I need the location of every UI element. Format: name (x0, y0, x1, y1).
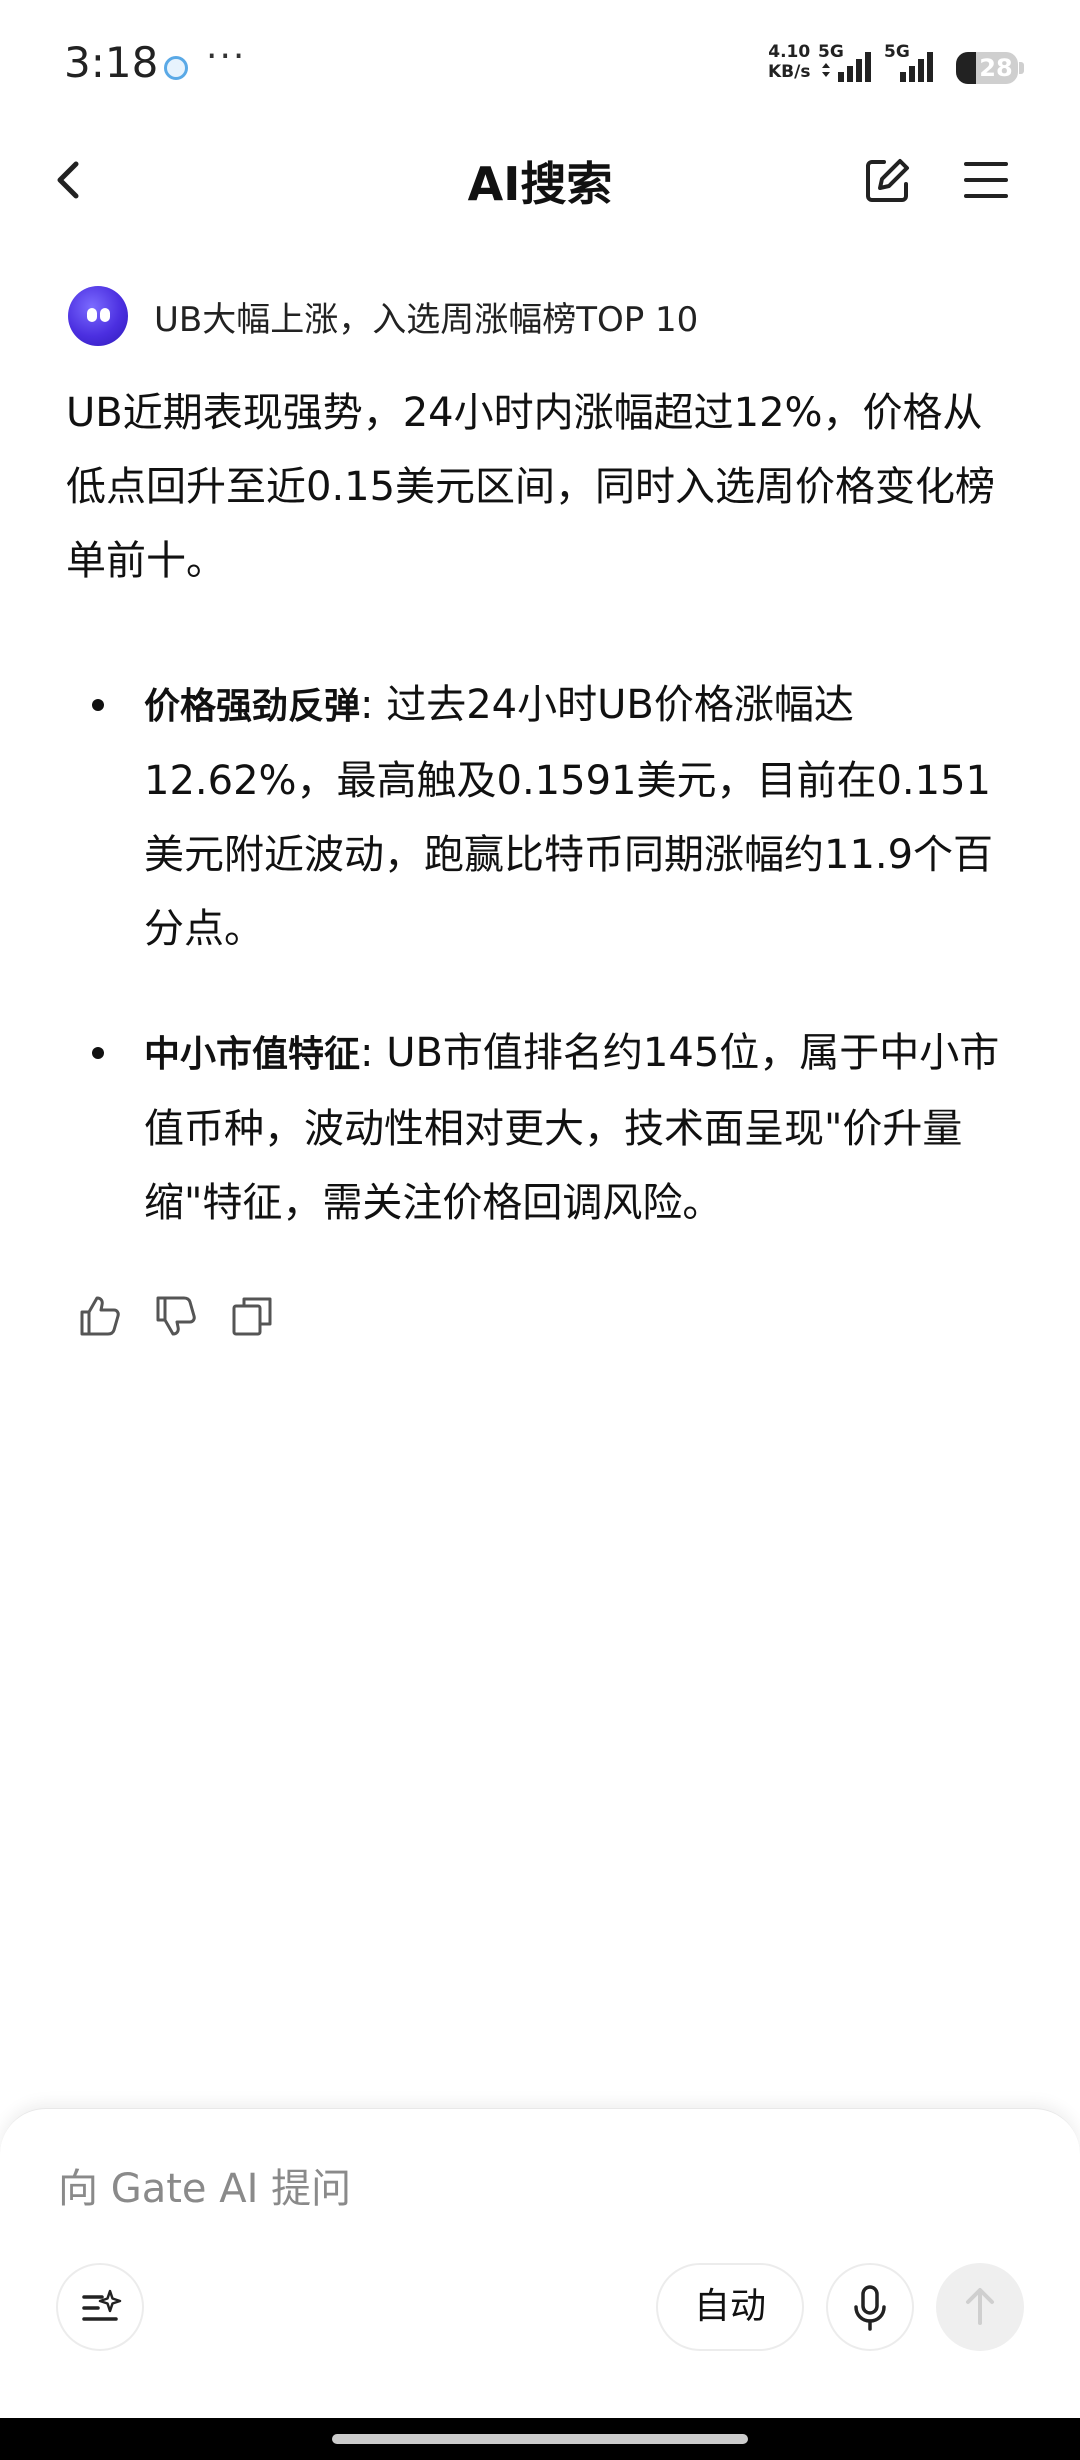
battery-level: 28 (979, 54, 1013, 82)
chat-composer: 自动 (0, 2108, 1080, 2418)
ai-avatar-icon (68, 286, 128, 346)
bullet-title: 中小市值特征 (144, 1034, 361, 1075)
page-title: AI搜索 (467, 157, 613, 211)
dislike-button[interactable] (152, 1292, 200, 1340)
list-item: 中小市值特征: UB市值排名约145位，属于中小市值币种，波动性相对更大，技术面… (66, 1016, 1022, 1240)
answer-bullets: 价格强劲反弹: 过去24小时UB价格涨幅达12.62%，最高触及0.1591美元… (66, 668, 1022, 1240)
sparkle-list-icon (82, 2289, 122, 2321)
like-button[interactable] (76, 1292, 124, 1340)
bullet-dot (92, 699, 104, 711)
send-button[interactable] (936, 2263, 1024, 2351)
copy-button[interactable] (228, 1292, 276, 1340)
new-chat-button[interactable] (858, 150, 918, 210)
app-header: AI搜索 (0, 130, 1080, 240)
battery-fill (956, 52, 976, 84)
thumbs-up-icon (80, 1296, 120, 1336)
more-notifications-icon: ··· (206, 36, 247, 77)
arrow-up-icon (966, 2288, 994, 2325)
network-speed-unit: KB/s (768, 62, 811, 82)
answer-summary: UB近期表现强势，24小时内涨幅超过12%，价格从低点回升至近0.15美元区间，… (66, 390, 996, 584)
network-speed-value: 4.10 (768, 42, 811, 62)
bullet-dot (92, 1047, 104, 1059)
status-time: 3:18 (64, 38, 159, 87)
bullet-title: 价格强劲反弹 (144, 686, 361, 727)
voice-button[interactable] (826, 2263, 914, 2351)
status-bar: 3:18 ··· 4.10 KB/s 5G 5G 28 (0, 0, 1080, 130)
system-nav-bar (0, 2418, 1080, 2460)
question-input[interactable] (56, 2159, 956, 2219)
signal-2-icon (900, 52, 933, 82)
thumbs-down-icon (156, 1296, 196, 1336)
battery-icon: 28 (956, 52, 1018, 84)
avatar-eye-left (87, 308, 97, 322)
signal-1-icon (822, 52, 871, 82)
network-speed: 4.10 KB/s (768, 42, 810, 82)
auto-mode-button[interactable]: 自动 (656, 2263, 804, 2351)
tools-button[interactable] (56, 2263, 144, 2351)
avatar-eye-right (100, 308, 110, 322)
copy-icon (232, 1297, 272, 1336)
edit-icon (866, 159, 909, 202)
menu-button[interactable] (956, 150, 1016, 210)
home-indicator[interactable] (332, 2434, 748, 2444)
topic-title: UB大幅上涨，入选周涨幅榜TOP 10 (154, 300, 699, 340)
notification-app-icon (164, 56, 188, 80)
answer-actions (76, 1292, 316, 1340)
menu-icon (964, 162, 1008, 198)
topic-row: UB大幅上涨，入选周涨幅榜TOP 10 (68, 286, 1028, 346)
battery-tip (1019, 62, 1024, 74)
list-item: 价格强劲反弹: 过去24小时UB价格涨幅达12.62%，最高触及0.1591美元… (66, 668, 1022, 966)
microphone-icon (854, 2285, 886, 2331)
